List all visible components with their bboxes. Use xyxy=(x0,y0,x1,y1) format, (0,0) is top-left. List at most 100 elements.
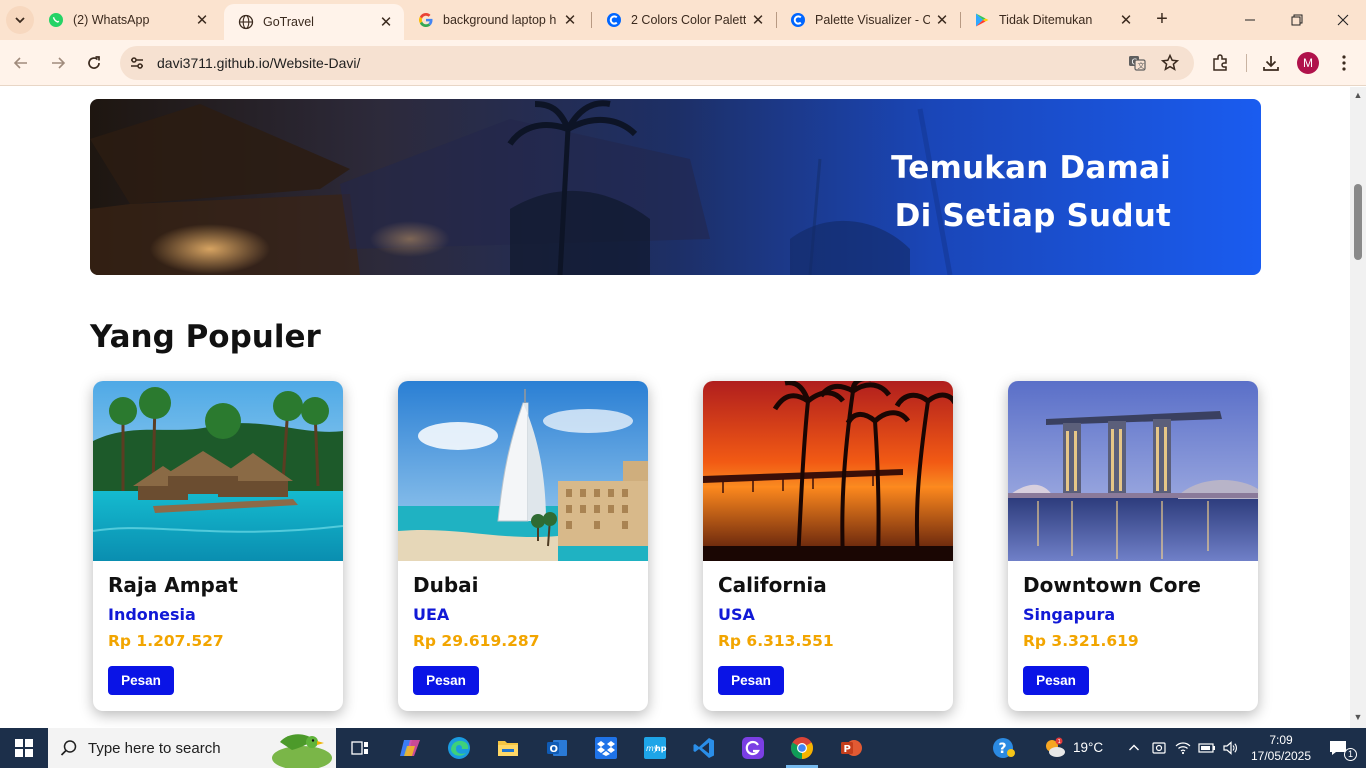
file-explorer-button[interactable] xyxy=(484,728,532,768)
weather-widget[interactable]: 1 xyxy=(1031,728,1079,768)
tab-title: 2 Colors Color Palette xyxy=(631,13,746,27)
pesan-button[interactable]: Pesan xyxy=(1023,666,1089,695)
vscode-button[interactable] xyxy=(680,728,728,768)
powerpoint-button[interactable]: P xyxy=(827,728,875,768)
edge-button[interactable] xyxy=(435,728,483,768)
task-view-button[interactable] xyxy=(336,728,384,768)
pesan-button[interactable]: Pesan xyxy=(108,666,174,695)
taskbar-search[interactable]: Type here to search xyxy=(48,728,336,768)
clock-time[interactable]: 7:09 xyxy=(1250,733,1312,747)
github-desktop-button[interactable] xyxy=(729,728,777,768)
card-title: Downtown Core xyxy=(1023,573,1201,597)
hero-line-1: Temukan Damai xyxy=(891,150,1171,186)
card-price: Rp 6.313.551 xyxy=(718,632,834,650)
dropbox-button[interactable] xyxy=(582,728,630,768)
reload-button[interactable] xyxy=(81,50,107,76)
volume-button[interactable] xyxy=(1219,728,1241,768)
star-bookmark-icon[interactable] xyxy=(1160,53,1180,73)
meet-now-button[interactable] xyxy=(1148,728,1170,768)
tab-title: Palette Visualizer - Co xyxy=(815,13,930,27)
tab-title: GoTravel xyxy=(263,15,314,29)
tab-search-button[interactable] xyxy=(6,6,34,34)
folder-icon xyxy=(498,741,518,756)
wifi-icon xyxy=(1175,742,1191,755)
new-tab-button[interactable]: + xyxy=(1150,8,1174,32)
outlook-button[interactable]: O xyxy=(533,728,581,768)
hero-banner: Temukan Damai Di Setiap Sudut xyxy=(90,99,1261,275)
card-title: Raja Ampat xyxy=(108,573,238,597)
downloads-button[interactable] xyxy=(1260,52,1282,74)
tab-tidak-ditemukan[interactable]: Tidak Ditemukan ✕ xyxy=(960,0,1144,40)
address-bar[interactable]: davi3711.github.io/Website-Davi/ G文 xyxy=(120,46,1194,80)
page-viewport: Temukan Damai Di Setiap Sudut Yang Popul… xyxy=(0,87,1350,728)
extensions-button[interactable] xyxy=(1209,52,1231,74)
site-settings-icon[interactable] xyxy=(128,54,146,72)
start-button[interactable] xyxy=(0,728,48,768)
close-icon[interactable]: ✕ xyxy=(558,11,582,29)
menu-button[interactable] xyxy=(1333,52,1355,74)
coolors-icon xyxy=(790,12,806,28)
close-icon xyxy=(1337,14,1349,26)
restore-icon xyxy=(1291,14,1303,26)
pesan-button[interactable]: Pesan xyxy=(413,666,479,695)
notification-count: 1 xyxy=(1344,748,1357,761)
pesan-button[interactable]: Pesan xyxy=(718,666,784,695)
raja-ampat-image xyxy=(93,381,343,561)
network-button[interactable] xyxy=(1172,728,1194,768)
minimize-icon xyxy=(1245,19,1255,21)
tab-palette-visualizer[interactable]: Palette Visualizer - Co ✕ xyxy=(776,0,960,40)
card-price: Rp 29.619.287 xyxy=(413,632,540,650)
destination-card-downtown-core: Downtown Core Singapura Rp 3.321.619 Pes… xyxy=(1008,381,1258,711)
copilot-button[interactable] xyxy=(386,728,434,768)
close-window-button[interactable] xyxy=(1320,0,1366,40)
forward-button[interactable] xyxy=(45,50,71,76)
search-highlight-bird-icon xyxy=(272,734,332,768)
arrow-left-icon xyxy=(13,57,27,69)
copilot-icon xyxy=(400,740,420,756)
scroll-down-arrow[interactable]: ▼ xyxy=(1351,712,1365,726)
battery-button[interactable] xyxy=(1196,728,1218,768)
notification-center-button[interactable]: 1 xyxy=(1318,728,1358,768)
myhp-button[interactable]: my hp xyxy=(631,728,679,768)
minimize-button[interactable] xyxy=(1227,0,1273,40)
clock-date[interactable]: 17/05/2025 xyxy=(1246,749,1316,763)
task-view-icon xyxy=(351,741,368,755)
edge-icon xyxy=(448,737,470,759)
google-icon xyxy=(418,12,434,28)
scrollbar-thumb[interactable] xyxy=(1354,184,1362,260)
url-text[interactable]: davi3711.github.io/Website-Davi/ xyxy=(157,55,360,71)
chevron-up-icon xyxy=(1129,744,1139,751)
scroll-up-arrow[interactable]: ▲ xyxy=(1351,90,1365,104)
more-vertical-icon xyxy=(1342,55,1346,71)
destination-card-california: California USA Rp 6.313.551 Pesan xyxy=(703,381,953,711)
profile-avatar[interactable]: M xyxy=(1297,52,1319,74)
svg-text:O: O xyxy=(550,744,559,755)
tab-google-search[interactable]: background laptop h ✕ xyxy=(404,0,588,40)
card-country: USA xyxy=(718,605,755,624)
card-title: Dubai xyxy=(413,573,479,597)
translate-icon[interactable]: G文 xyxy=(1127,53,1147,73)
weather-temperature[interactable]: 19°C xyxy=(1073,740,1103,755)
close-icon[interactable]: ✕ xyxy=(930,11,954,29)
close-icon[interactable]: ✕ xyxy=(190,11,214,29)
close-icon[interactable]: ✕ xyxy=(1114,11,1138,29)
card-country: Singapura xyxy=(1023,605,1116,624)
close-icon[interactable]: ✕ xyxy=(746,11,770,29)
tab-coolors-palette[interactable]: 2 Colors Color Palette ✕ xyxy=(592,0,776,40)
dropbox-icon xyxy=(595,737,617,759)
svg-text:文: 文 xyxy=(1138,61,1145,70)
search-placeholder[interactable]: Type here to search xyxy=(88,740,221,757)
restore-button[interactable] xyxy=(1274,0,1320,40)
close-icon[interactable]: ✕ xyxy=(374,13,398,31)
card-title: California xyxy=(718,573,827,597)
tab-whatsapp[interactable]: (2) WhatsApp ✕ xyxy=(34,0,220,40)
card-price: Rp 3.321.619 xyxy=(1023,632,1139,650)
tab-strip: (2) WhatsApp ✕ GoTravel ✕ background lap… xyxy=(0,0,1366,40)
chrome-button[interactable] xyxy=(778,728,826,768)
help-button[interactable]: ? xyxy=(980,728,1028,768)
tab-gotravel[interactable]: GoTravel ✕ xyxy=(224,4,404,40)
show-hidden-icons-button[interactable] xyxy=(1122,728,1146,768)
chevron-down-icon xyxy=(15,17,25,24)
back-button[interactable] xyxy=(8,50,34,76)
chrome-icon xyxy=(791,737,813,759)
